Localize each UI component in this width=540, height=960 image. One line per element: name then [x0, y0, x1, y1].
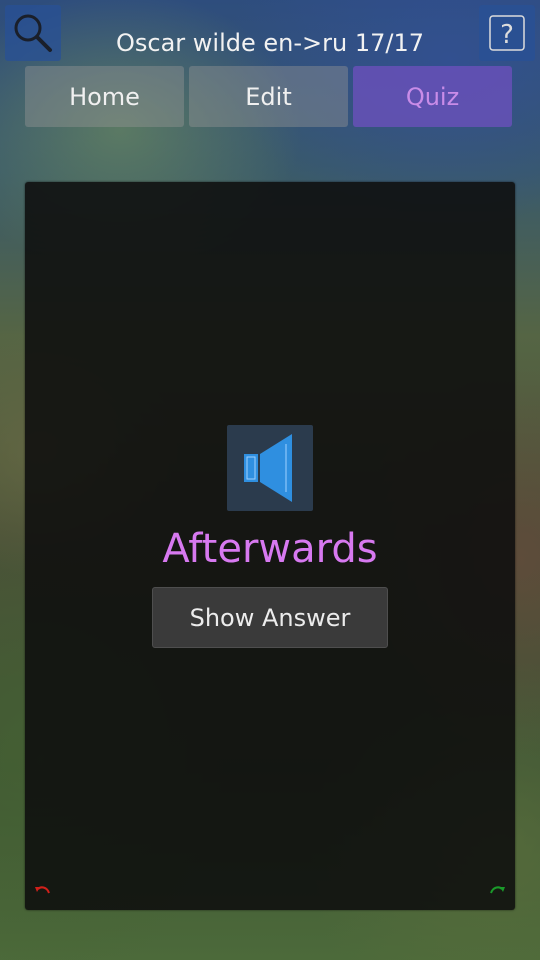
quiz-word: Afterwards	[162, 526, 378, 572]
help-icon: ?	[489, 15, 525, 51]
search-button[interactable]	[5, 5, 61, 61]
show-answer-label: Show Answer	[189, 603, 351, 632]
flashcard[interactable]: Afterwards Show Answer	[25, 182, 515, 910]
redo-arrow-icon[interactable]	[487, 882, 507, 896]
speaker-icon	[244, 434, 292, 502]
page-title: Oscar wilde en->ru 17/17	[115, 29, 424, 57]
tab-home[interactable]: Home	[25, 66, 184, 127]
speaker-button[interactable]	[227, 425, 313, 511]
search-icon	[14, 14, 52, 52]
svg-text:?: ?	[500, 20, 514, 50]
tab-edit-label: Edit	[245, 82, 292, 111]
undo-arrow-icon[interactable]	[33, 882, 53, 896]
tab-quiz-label: Quiz	[405, 82, 460, 111]
show-answer-button[interactable]: Show Answer	[152, 587, 388, 648]
tab-edit[interactable]: Edit	[189, 66, 348, 127]
help-button[interactable]: ?	[479, 5, 535, 61]
tab-home-label: Home	[69, 82, 140, 111]
tab-quiz[interactable]: Quiz	[353, 66, 512, 127]
